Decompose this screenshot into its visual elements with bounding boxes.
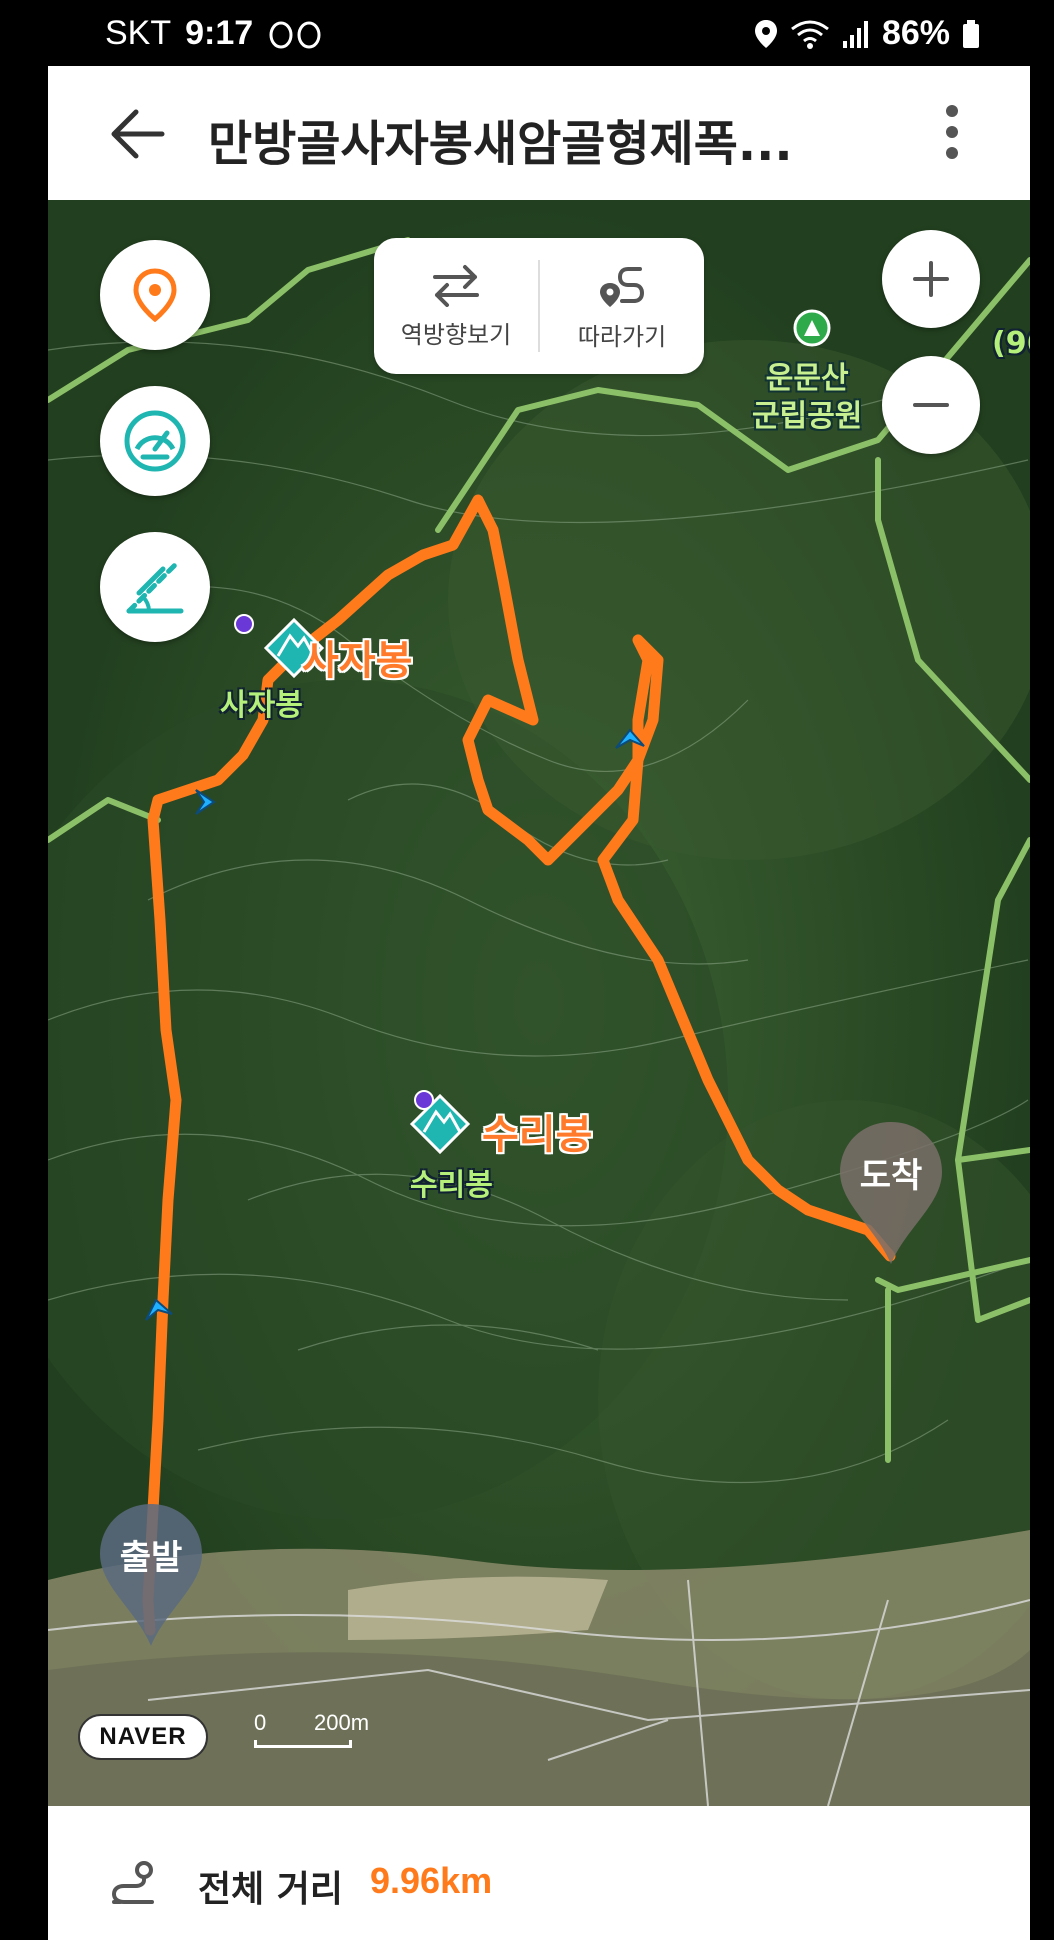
end-marker[interactable]: 도착 — [836, 1118, 946, 1268]
speedometer-icon — [124, 410, 186, 472]
zoom-out-button[interactable] — [882, 356, 980, 454]
park-label: 운문산 군립공원 — [752, 360, 862, 436]
route-summary-panel: 전체 거리 9.96km — [48, 1806, 1030, 1940]
peak-label-sajabong: 사자봉 — [302, 638, 413, 684]
reverse-direction-button[interactable]: 역방향보기 — [374, 238, 538, 374]
route-distance-icon — [111, 1861, 154, 1904]
route-toggle-box: 역방향보기 따라가기 — [374, 238, 704, 374]
total-distance-label: 전체 거리 — [198, 1869, 344, 1910]
page-title: 만방골사자봉새암골형제폭... — [208, 116, 793, 172]
follow-route-button[interactable]: 따라가기 — [540, 238, 704, 374]
swap-arrows-icon — [433, 264, 479, 307]
minus-icon — [913, 403, 949, 407]
plus-icon — [913, 261, 949, 297]
end-marker-label: 도착 — [859, 1156, 923, 1196]
edge-label: (96 — [992, 326, 1030, 361]
scale-zero: 0 — [254, 1710, 267, 1735]
signal-icon — [842, 20, 868, 48]
battery-percent: 86% — [881, 14, 950, 52]
scale-bar — [254, 1740, 352, 1748]
zoom-in-button[interactable] — [882, 230, 980, 328]
wifi-icon — [791, 20, 829, 49]
reverse-direction-label: 역방향보기 — [400, 320, 512, 349]
carrier-text: SKT — [105, 14, 172, 52]
location-pin-icon — [133, 268, 177, 322]
more-options-icon[interactable] — [944, 104, 960, 160]
slope-button[interactable] — [100, 532, 210, 642]
peak-sublabel-suribong: 수리봉 — [410, 1168, 493, 1203]
slope-icon — [126, 562, 184, 614]
clock-text: 9:17 — [185, 14, 254, 52]
back-arrow-icon[interactable] — [110, 108, 166, 160]
peak-sublabel-sajabong: 사자봉 — [220, 688, 303, 723]
total-distance-value: 9.96km — [370, 1860, 493, 1901]
follow-route-label: 따라가기 — [577, 322, 667, 351]
park-label-line2: 군립공원 — [752, 399, 863, 434]
app-header: 만방골사자봉새암골형제폭... — [48, 66, 1030, 200]
map-view[interactable]: 사자봉 사자봉 수리봉 수리봉 운문산 군립공원 (96 출발 도착 — [48, 200, 1030, 1806]
hiking-app-icon — [269, 21, 321, 48]
location-icon — [754, 19, 777, 48]
start-marker[interactable]: 출발 — [96, 1500, 206, 1650]
peak-label-suribong: 수리봉 — [482, 1112, 593, 1158]
naver-logo: NAVER — [78, 1714, 208, 1760]
start-marker-label: 출발 — [119, 1538, 183, 1578]
battery-icon — [963, 19, 979, 48]
scale-distance: 200m — [314, 1710, 370, 1735]
status-bar: SKT 9:17 86% — [0, 0, 1054, 66]
speed-button[interactable] — [100, 386, 210, 496]
follow-route-icon — [600, 266, 645, 307]
park-label-line1: 운문산 — [765, 361, 849, 396]
my-location-button[interactable] — [100, 240, 210, 350]
